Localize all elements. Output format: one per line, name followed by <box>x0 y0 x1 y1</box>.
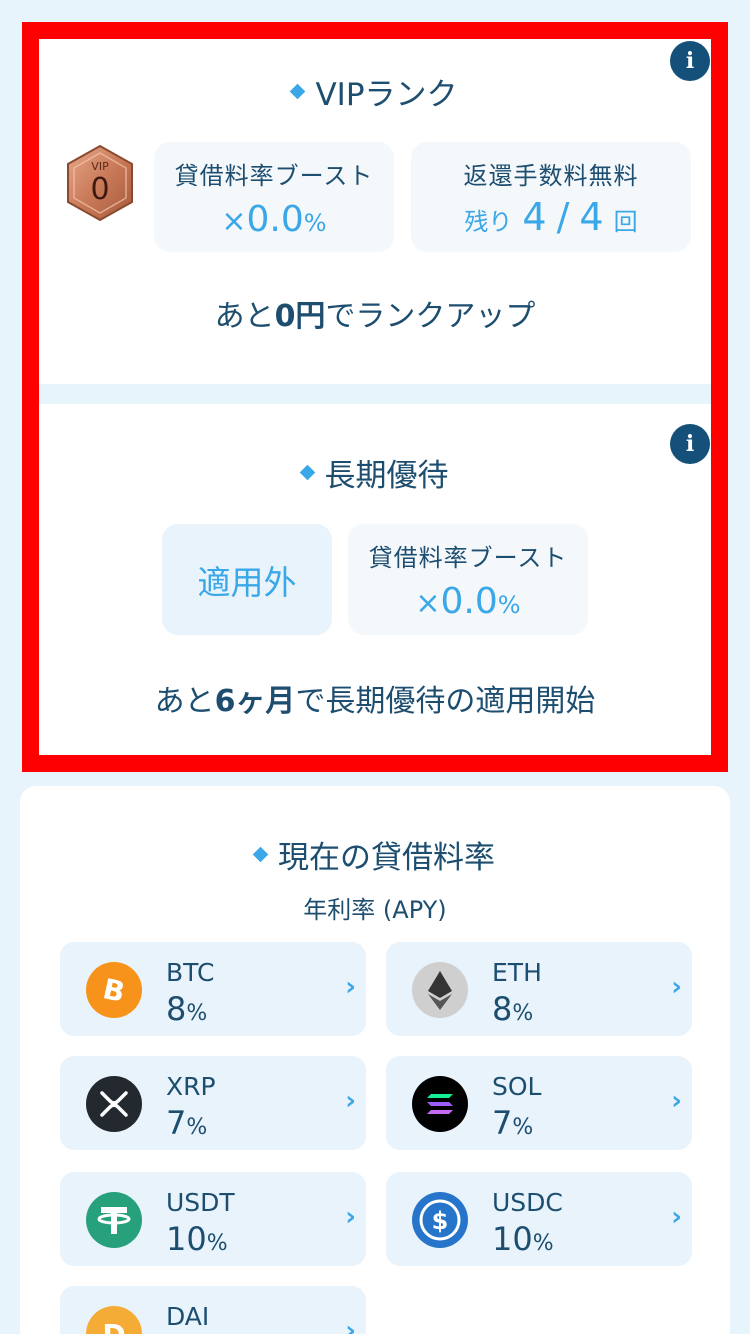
coin-rate: 10% <box>492 1220 554 1258</box>
refund-label: 返還手数料無料 <box>463 162 639 190</box>
coin-name: DAI <box>166 1302 210 1331</box>
rates-subtitle: 年利率 (APY) <box>303 896 447 924</box>
boost-label: 貸借料率ブースト <box>174 162 374 190</box>
long-term-boost-pill: 貸借料率ブースト ×0.0% <box>348 524 588 635</box>
chevron-right-icon: › <box>671 1086 682 1116</box>
chevron-right-icon: › <box>345 1316 356 1334</box>
vip-rank-card: i VIPランク VIP 0 貸借料率ブースト ×0.0% 返還手数料無料 残り… <box>39 39 711 384</box>
coin-item-xrp[interactable]: XRP 7% › <box>60 1056 366 1150</box>
coin-item-usdt[interactable]: USDT 10% › <box>60 1172 366 1266</box>
vip-section-title: VIPランク <box>39 69 711 114</box>
coin-rate: 7% <box>492 1104 534 1142</box>
svg-text:D: D <box>102 1318 125 1334</box>
sol-icon <box>412 1076 468 1132</box>
coin-item-dai[interactable]: D DAI › <box>60 1286 366 1334</box>
chevron-right-icon: › <box>345 972 356 1002</box>
chevron-right-icon: › <box>671 1202 682 1232</box>
coin-name: XRP <box>166 1072 216 1101</box>
long-term-status-pill: 適用外 <box>162 524 332 635</box>
remain-count: 残り 4 / 4 回 <box>464 195 638 239</box>
btc-icon: B <box>86 962 142 1018</box>
dai-icon: D <box>86 1306 142 1334</box>
boost-label: 貸借料率ブースト <box>368 544 568 572</box>
long-term-benefit-card: i 長期優待 適用外 貸借料率ブースト ×0.0% あと6ヶ月で長期優待の適用開… <box>39 404 711 755</box>
rates-section-title: 現在の貸借料率 <box>20 832 730 877</box>
coin-name: ETH <box>492 958 542 987</box>
diamond-icon <box>290 83 306 100</box>
boost-value: ×0.0% <box>221 199 327 240</box>
diamond-icon <box>252 846 269 863</box>
refund-fee-pill: 返還手数料無料 残り 4 / 4 回 <box>411 142 691 252</box>
usdt-icon <box>86 1192 142 1248</box>
rank-up-message: あと0円でランクアップ <box>214 299 536 334</box>
vip-rank-badge: VIP 0 <box>65 144 135 222</box>
coin-name: SOL <box>492 1072 542 1101</box>
status-text: 適用外 <box>197 563 297 602</box>
chevron-right-icon: › <box>345 1086 356 1116</box>
coin-rate: 8% <box>166 990 208 1028</box>
coin-rate: 8% <box>492 990 534 1028</box>
coin-item-usdc[interactable]: $ USDC 10% › <box>386 1172 692 1266</box>
coin-name: USDT <box>166 1188 235 1217</box>
coin-item-eth[interactable]: ETH 8% › <box>386 942 692 1036</box>
long-term-section-title: 長期優待 <box>39 450 711 495</box>
xrp-icon <box>86 1076 142 1132</box>
coin-rate: 7% <box>166 1104 208 1142</box>
coin-item-sol[interactable]: SOL 7% › <box>386 1056 692 1150</box>
usdc-icon: $ <box>412 1192 468 1248</box>
card-divider <box>39 384 711 404</box>
chevron-right-icon: › <box>671 972 682 1002</box>
badge-level: 0 <box>90 172 110 207</box>
eth-icon <box>412 962 468 1018</box>
chevron-right-icon: › <box>345 1202 356 1232</box>
long-term-message: あと6ヶ月で長期優待の適用開始 <box>154 684 596 719</box>
coin-name: USDC <box>492 1188 563 1217</box>
diamond-icon <box>299 464 315 481</box>
coin-name: BTC <box>166 958 215 987</box>
svg-text:$: $ <box>432 1207 449 1235</box>
boost-value: ×0.0% <box>415 581 521 622</box>
current-rates-card: 現在の貸借料率 年利率 (APY) B BTC 8% › ETH 8% › XRP 7% › SOL… <box>20 786 730 1334</box>
coin-rate: 10% <box>166 1220 228 1258</box>
coin-item-btc[interactable]: B BTC 8% › <box>60 942 366 1036</box>
vip-boost-pill: 貸借料率ブースト ×0.0% <box>154 142 394 252</box>
